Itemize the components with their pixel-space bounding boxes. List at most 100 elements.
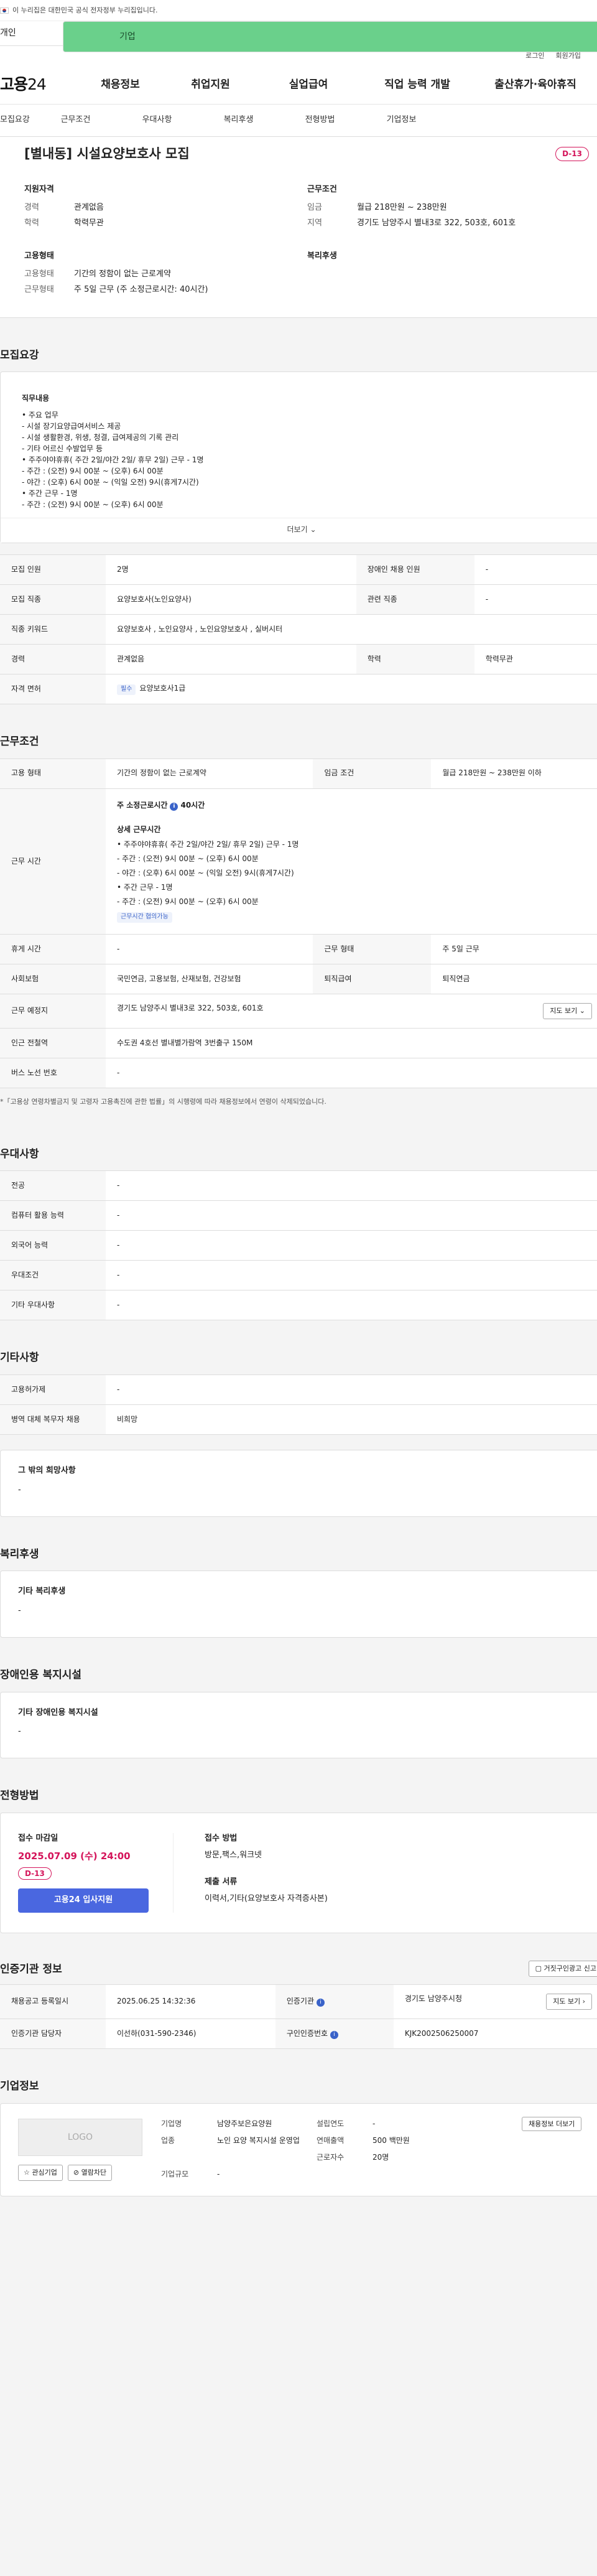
kv-key: 지역 xyxy=(307,218,322,228)
cell-key: 휴게 시간 xyxy=(0,934,106,964)
gnb-item-jobs[interactable]: 채용정보 xyxy=(78,77,162,93)
co-value: - xyxy=(217,2169,220,2178)
gov-banner-text: 이 누리집은 대한민국 공식 전자정부 누리집입니다. xyxy=(12,6,158,14)
cell-value: KJK2002506250007 xyxy=(393,2018,597,2050)
cell-key: 학력 xyxy=(356,644,474,674)
apply-button[interactable]: 고용24 입사지원 xyxy=(18,1888,149,1913)
more-button[interactable]: 더보기 ⌄ xyxy=(1,517,597,543)
cell-value: - xyxy=(106,934,313,964)
global-nav: 고용24 채용정보 취업지원 실업급여 직업 능력 개발 출산휴가·육아휴직 xyxy=(0,66,597,105)
table-row: 우대조건 - xyxy=(0,1260,597,1291)
gnb-item-leave[interactable]: 출산휴가·육아휴직 xyxy=(476,77,595,93)
cell-key: 경력 xyxy=(0,644,106,674)
cell-value: 2명 xyxy=(106,554,356,585)
cell-value: 기간의 정함이 없는 근로계약 xyxy=(106,758,313,789)
docs-label: 제출 서류 xyxy=(205,1877,238,1887)
table-row: 자격 면허 필수 요양보호사1급 xyxy=(0,674,597,704)
tab-person[interactable]: 개인 xyxy=(0,21,63,46)
gnb-item-training[interactable]: 직업 능력 개발 xyxy=(358,77,476,93)
info-icon[interactable]: i xyxy=(316,1999,325,2007)
tab-preferences[interactable]: 우대사항 xyxy=(116,114,198,126)
map-button[interactable]: 지도 보기 › xyxy=(546,1994,592,2010)
cell-key: 모집 인원 xyxy=(0,554,106,585)
gnb-item-employment-support[interactable]: 취업지원 xyxy=(162,77,259,93)
cell-key: 전공 xyxy=(0,1170,106,1202)
table-row: 고용허가제 - xyxy=(0,1374,597,1405)
facility-sub: 기타 장애인용 복지시설 xyxy=(18,1707,98,1717)
cell-key: 인증기관 담당자 xyxy=(0,2018,106,2050)
cell-value: - xyxy=(474,554,597,585)
block-button[interactable]: ⊘ 열람차단 xyxy=(67,2164,113,2181)
more-jobs-button[interactable]: 채용정보 더보기 xyxy=(522,2116,582,2131)
logo-number: 24 xyxy=(27,75,47,94)
hope-box: 그 밖의 희망사항 - xyxy=(0,1449,597,1517)
benefit-section: 복리후생 기타 복리후생 - xyxy=(0,1517,597,1638)
apply-box: 접수 마감일 2025.07.09 (수) 24:00 D-13 고용24 입사… xyxy=(0,1812,597,1934)
etc-table: 고용허가제 - 병역 대체 복무자 채용 비희망 xyxy=(0,1374,597,1435)
tab-welfare[interactable]: 복리후생 xyxy=(198,114,279,126)
method-section: 전형방법 접수 마감일 2025.07.09 (수) 24:00 D-13 고용… xyxy=(0,1758,597,1934)
company-info: 기업명 남양주보은요양원 설립연도 - 업종 노인 요양 복지시설 운영업 연매출액 5… xyxy=(161,2119,509,2181)
cell-key: 근무 형태 xyxy=(313,934,432,964)
hours-headline: 주 소정근로시간 i 40시간 xyxy=(117,800,592,811)
cell-key: 외국어 능력 xyxy=(0,1230,106,1261)
hope-value: - xyxy=(18,1485,21,1495)
cell-value: - xyxy=(106,1374,597,1405)
method-title: 전형방법 xyxy=(0,1790,39,1803)
login-link[interactable]: 로그인 xyxy=(525,51,544,61)
cell-value: 이선하(031-590-2346) xyxy=(106,2018,275,2050)
kv-value: 월급 218만원 ~ 238만원 xyxy=(357,203,447,213)
report-label: 거짓구인광고 신고 xyxy=(544,1964,596,1973)
map-button-label: 지도 보기 xyxy=(553,1997,581,2006)
flag-icon xyxy=(0,7,9,14)
signup-link[interactable]: 회원가입 xyxy=(556,51,581,61)
co-key: 업종 xyxy=(161,2135,175,2145)
how-value: 방문,팩스,워크넷 xyxy=(205,1850,262,1860)
tab-company[interactable]: 기업정보 xyxy=(361,114,442,126)
site-logo[interactable]: 고용24 xyxy=(0,73,78,96)
flex-tag: 근무시간 협의가능 xyxy=(117,912,172,923)
company-title: 기업정보 xyxy=(0,2080,39,2093)
kv-value: 기간의 정함이 없는 근로계약 xyxy=(74,269,171,279)
cell-key: 자격 면허 xyxy=(0,674,106,704)
co-value: 노인 요양 복지시설 운영업 xyxy=(217,2135,300,2145)
duty-box: 직무내용 • 주요 업무 - 시설 장기요양급여서비스 제공 - 시설 생활환경… xyxy=(0,371,597,543)
star-icon: ☆ xyxy=(24,2168,30,2177)
table-row: 모집 인원 2명 장애인 채용 인원 - xyxy=(0,554,597,585)
cell-value: - xyxy=(106,1058,597,1088)
tab-company[interactable]: 기업 xyxy=(63,21,597,52)
kv-key: 경력 xyxy=(24,203,39,213)
co-key: 근로자수 xyxy=(317,2152,345,2162)
favorite-button[interactable]: ☆ 관심기업 xyxy=(18,2164,63,2181)
cell-value: - xyxy=(106,1170,597,1202)
facility-section: 장애인용 복지시설 기타 장애인용 복지시설 - xyxy=(0,1638,597,1759)
tab-method[interactable]: 전형방법 xyxy=(279,114,361,126)
chevron-down-icon: ⌄ xyxy=(579,1006,585,1015)
cell-key: 컴퓨터 활용 능력 xyxy=(0,1200,106,1231)
dday-badge: D-13 xyxy=(18,1867,52,1880)
co-value: - xyxy=(373,2119,376,2128)
table-row: 휴게 시간 - 근무 형태 주 5일 근무 xyxy=(0,934,597,964)
co-value: 500 백만원 xyxy=(373,2135,410,2145)
recruit-table: 모집 인원 2명 장애인 채용 인원 - 모집 직종 요양보호사(노인요양사) … xyxy=(0,554,597,704)
more-label: 더보기 xyxy=(287,525,308,534)
agency-title: 인증기관 정보 xyxy=(0,1962,62,1976)
tab-work-conditions[interactable]: 근무조건 xyxy=(35,114,116,126)
cell-value: - xyxy=(106,1230,597,1261)
cell-key: 직종 키워드 xyxy=(0,614,106,645)
table-row: 사회보험 국민연금, 고용보험, 산재보험, 건강보험 퇴직급여 퇴직연금 xyxy=(0,964,597,994)
cell-key: 인근 전철역 xyxy=(0,1028,106,1058)
benefit-box: 기타 복리후생 - xyxy=(0,1570,597,1638)
tab-recruit[interactable]: 모집요강 xyxy=(0,114,35,126)
co-value: 남양주보은요양원 xyxy=(217,2119,272,2128)
map-button[interactable]: 지도 보기 ⌄ xyxy=(543,1002,592,1019)
co-key: 기업명 xyxy=(161,2119,182,2128)
report-button[interactable]: ▢ 거짓구인광고 신고 xyxy=(528,1961,597,1977)
info-icon[interactable]: i xyxy=(170,802,178,811)
info-icon[interactable]: i xyxy=(330,2030,338,2039)
cell-value: 비희망 xyxy=(106,1404,597,1435)
co-key: 연매출액 xyxy=(317,2135,345,2145)
cell-value: 요양보호사 , 노인요양사 , 노인요양보호사 , 실버시터 xyxy=(106,614,597,645)
cell-value: 필수 요양보호사1급 xyxy=(106,674,597,704)
gnb-item-unemployment-benefit[interactable]: 실업급여 xyxy=(259,77,358,93)
